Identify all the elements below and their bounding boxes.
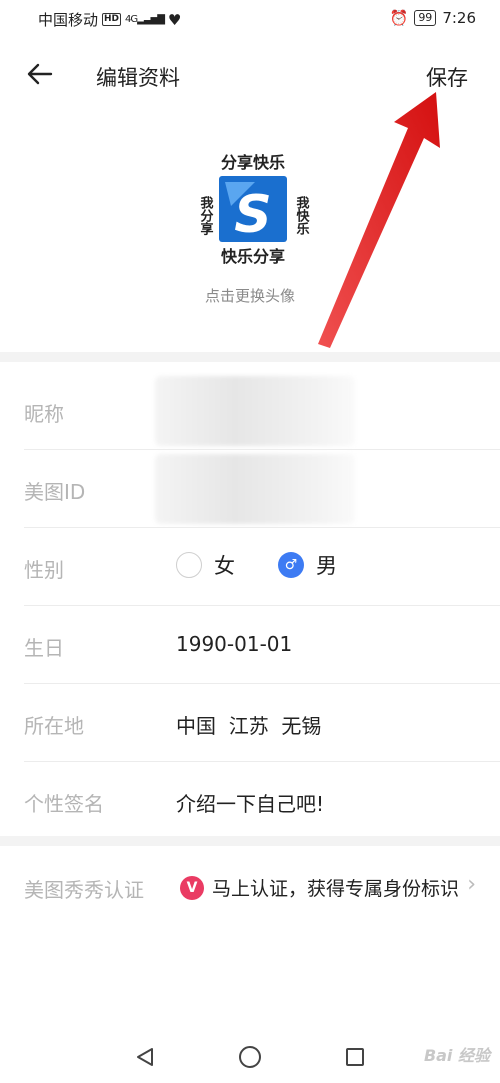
arrow-left-icon	[27, 63, 53, 85]
change-avatar-hint[interactable]: 点击更换头像	[0, 285, 500, 306]
baidu-watermark: Bai 经验	[423, 1046, 490, 1065]
status-right: ⏰ 99 7:26	[390, 9, 476, 27]
verified-v-icon: V	[180, 876, 204, 900]
section-divider	[0, 352, 500, 362]
signal-icon: 4G▂▃▅▇	[125, 14, 165, 25]
signature-value: 介绍一下自己吧!	[176, 792, 325, 816]
nav-recents-button[interactable]	[340, 1042, 370, 1072]
meitu-id-row[interactable]: 美图ID	[0, 450, 500, 528]
heart-icon: ♥	[167, 10, 182, 29]
avatar-image: 分享快乐 快乐分享 我分享 我快乐 S	[198, 153, 310, 266]
save-button[interactable]: 保存	[426, 62, 468, 92]
certification-row[interactable]: 美图秀秀认证 V 马上认证，获得专属身份标识 ›	[0, 848, 500, 926]
birthday-value: 1990-01-01	[176, 632, 293, 656]
nickname-label: 昵称	[24, 402, 64, 426]
avatar-left-text: 我分享	[198, 195, 214, 236]
birthday-row[interactable]: 生日 1990-01-01	[0, 606, 500, 684]
avatar[interactable]: 分享快乐 快乐分享 我分享 我快乐 S	[195, 148, 311, 268]
section-divider	[0, 836, 500, 846]
nickname-value-blurred	[155, 376, 355, 446]
location-label: 所在地	[24, 714, 84, 738]
status-left: 中国移动 HD 4G▂▃▅▇ ♥	[38, 9, 181, 30]
location-row[interactable]: 所在地 中国 江苏 无锡	[0, 684, 500, 762]
hd-icon: HD	[102, 13, 122, 26]
meitu-id-label: 美图ID	[24, 480, 86, 504]
gender-female-option[interactable]: 女	[176, 550, 235, 580]
battery-icon: 99	[414, 10, 437, 26]
gender-male-option[interactable]: ♂ 男	[278, 550, 337, 580]
avatar-logo-letter: S	[234, 185, 271, 245]
gender-female-label: 女	[214, 554, 235, 578]
certification-text: 马上认证，获得专属身份标识	[212, 878, 460, 900]
birthday-label: 生日	[24, 636, 64, 660]
page-title: 编辑资料	[96, 66, 180, 90]
certification-label: 美图秀秀认证	[24, 878, 144, 902]
radio-unchecked-icon	[176, 552, 202, 578]
meitu-id-value-blurred	[155, 454, 355, 524]
square-recents-icon	[346, 1048, 364, 1066]
circle-home-icon	[239, 1046, 261, 1068]
male-symbol-icon: ♂	[278, 552, 304, 578]
triangle-back-icon	[137, 1048, 153, 1066]
gender-row: 性别 女 ♂ 男	[0, 528, 500, 606]
avatar-top-text: 分享快乐	[221, 153, 285, 172]
status-bar: 中国移动 HD 4G▂▃▅▇ ♥ ⏰ 99 7:26	[0, 0, 500, 36]
avatar-bottom-text: 快乐分享	[221, 247, 285, 266]
gender-male-label: 男	[316, 554, 337, 578]
clock-time: 7:26	[442, 9, 476, 27]
nav-home-button[interactable]	[235, 1042, 265, 1072]
alarm-icon: ⏰	[389, 9, 409, 27]
chevron-right-icon: ›	[467, 872, 476, 897]
avatar-right-text: 我快乐	[294, 195, 310, 236]
header: 编辑资料 保存	[0, 52, 500, 98]
signature-label: 个性签名	[24, 792, 104, 816]
nickname-row[interactable]: 昵称	[0, 372, 500, 450]
location-value: 中国 江苏 无锡	[176, 714, 322, 738]
signature-row[interactable]: 个性签名 介绍一下自己吧!	[0, 762, 500, 840]
back-button[interactable]	[22, 56, 58, 92]
nav-back-button[interactable]	[130, 1042, 160, 1072]
gender-label: 性别	[24, 558, 64, 582]
carrier-name: 中国移动	[38, 11, 99, 29]
